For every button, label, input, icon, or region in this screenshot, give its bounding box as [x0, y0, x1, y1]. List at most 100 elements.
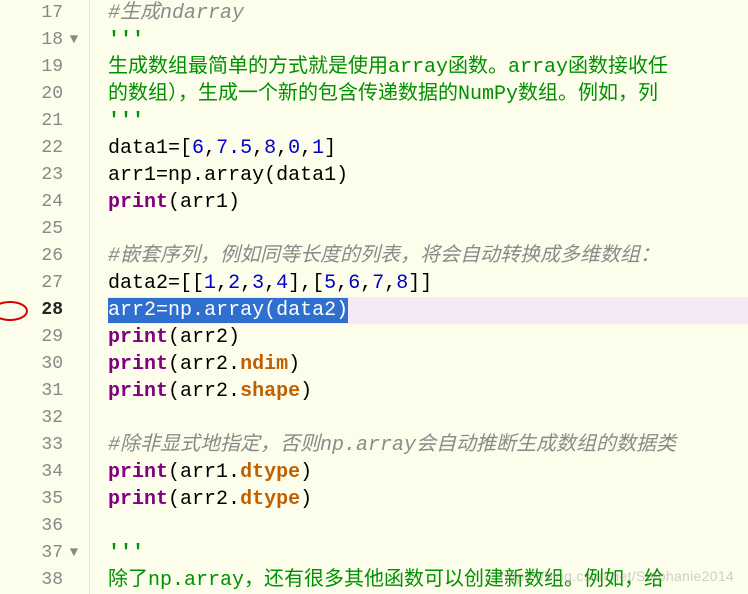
line-number-text: 32 [41, 405, 63, 432]
code-token: arr1 [180, 461, 228, 484]
code-token: =[ [168, 137, 192, 160]
line-number[interactable]: 38 [0, 567, 89, 594]
code-token: shape [240, 380, 300, 403]
code-token: #嵌套序列，例如同等长度的列表，将会自动转换成多维数组： [108, 245, 660, 268]
code-token: ( [168, 461, 180, 484]
code-line[interactable]: print(arr1.dtype) [108, 459, 748, 486]
code-token: arr2 [180, 326, 228, 349]
line-number[interactable]: 32 [0, 405, 89, 432]
code-token: np [168, 299, 192, 322]
fold-icon[interactable]: ▼ [67, 540, 81, 567]
code-token: ( [168, 353, 180, 376]
code-token: , [336, 272, 348, 295]
fold-icon[interactable]: ▼ [67, 27, 81, 54]
code-token: arr2 [180, 488, 228, 511]
line-number-text: 37 [41, 540, 63, 567]
code-token: , [216, 272, 228, 295]
line-number-text: 38 [41, 567, 63, 594]
line-number[interactable]: 35 [0, 486, 89, 513]
code-line[interactable] [108, 513, 748, 540]
line-number[interactable]: 37▼ [0, 540, 89, 567]
line-number[interactable]: 23 [0, 162, 89, 189]
code-token: . [228, 353, 240, 376]
code-line[interactable]: ''' [108, 540, 748, 567]
code-token: print [108, 326, 168, 349]
code-token: , [240, 272, 252, 295]
line-number-text: 31 [41, 378, 63, 405]
line-number[interactable]: 25 [0, 216, 89, 243]
line-number[interactable]: 26 [0, 243, 89, 270]
line-number[interactable]: 28 [0, 297, 89, 324]
code-line[interactable]: ''' [108, 108, 748, 135]
line-number[interactable]: 36 [0, 513, 89, 540]
line-number-text: 34 [41, 459, 63, 486]
line-number-text: 25 [41, 216, 63, 243]
line-number[interactable]: 18▼ [0, 27, 89, 54]
code-token: ) [228, 326, 240, 349]
line-number[interactable]: 34 [0, 459, 89, 486]
code-line[interactable]: arr1=np.array(data1) [108, 162, 748, 189]
code-line[interactable]: print(arr2) [108, 324, 748, 351]
line-number[interactable]: 19 [0, 54, 89, 81]
code-line[interactable]: print(arr2.ndim) [108, 351, 748, 378]
line-number[interactable]: 27 [0, 270, 89, 297]
code-token: 6 [192, 137, 204, 160]
line-number-text: 29 [41, 324, 63, 351]
code-line[interactable]: data1=[6,7.5,8,0,1] [108, 135, 748, 162]
code-token: = [156, 164, 168, 187]
line-gutter[interactable]: 1718▼19202122232425262728293031323334353… [0, 0, 90, 594]
code-token: array [204, 299, 264, 322]
code-token: ) [336, 164, 348, 187]
code-line[interactable]: data2=[[1,2,3,4],[5,6,7,8]] [108, 270, 748, 297]
code-line[interactable]: 生成数组最简单的方式就是使用array函数。array函数接收任 [108, 54, 748, 81]
code-token: ) [336, 299, 348, 322]
line-number-text: 30 [41, 351, 63, 378]
code-token: data2 [276, 299, 336, 322]
code-token: data2 [108, 272, 168, 295]
code-token: ] [324, 137, 336, 160]
code-line[interactable]: print(arr1) [108, 189, 748, 216]
code-token: 0 [288, 137, 300, 160]
code-line[interactable] [108, 405, 748, 432]
code-editor[interactable]: 1718▼19202122232425262728293031323334353… [0, 0, 748, 594]
code-line[interactable]: #生成ndarray [108, 0, 748, 27]
line-number-text: 35 [41, 486, 63, 513]
code-area[interactable]: #生成ndarray'''生成数组最简单的方式就是使用array函数。array… [90, 0, 748, 594]
code-line[interactable] [108, 216, 748, 243]
line-number[interactable]: 29 [0, 324, 89, 351]
code-line[interactable]: print(arr2.dtype) [108, 486, 748, 513]
line-number[interactable]: 20 [0, 81, 89, 108]
code-token: 1 [312, 137, 324, 160]
code-token: , [384, 272, 396, 295]
code-line[interactable]: arr2=np.array(data2) [108, 297, 748, 324]
code-token: arr2 [180, 380, 228, 403]
code-token: print [108, 353, 168, 376]
line-number[interactable]: 31 [0, 378, 89, 405]
code-token: print [108, 380, 168, 403]
code-token: ],[ [288, 272, 324, 295]
selection-highlight: arr2=np.array(data2) [108, 298, 348, 323]
line-number[interactable]: 17 [0, 0, 89, 27]
line-number[interactable]: 21 [0, 108, 89, 135]
line-number-text: 17 [41, 0, 63, 27]
line-number[interactable]: 30 [0, 351, 89, 378]
breakpoint-marker-icon [0, 301, 28, 321]
code-line[interactable]: 除了np.array，还有很多其他函数可以创建新数组。例如，给 [108, 567, 748, 594]
code-token: array [204, 164, 264, 187]
line-number-text: 22 [41, 135, 63, 162]
line-number[interactable]: 33 [0, 432, 89, 459]
code-line[interactable]: #嵌套序列，例如同等长度的列表，将会自动转换成多维数组： [108, 243, 748, 270]
code-token: ( [168, 380, 180, 403]
code-token: ) [300, 461, 312, 484]
line-number-text: 27 [41, 270, 63, 297]
line-number[interactable]: 24 [0, 189, 89, 216]
code-line[interactable]: print(arr2.shape) [108, 378, 748, 405]
code-line[interactable]: #除非显式地指定，否则np.array会自动推断生成数组的数据类 [108, 432, 748, 459]
code-line[interactable]: ''' [108, 27, 748, 54]
code-line[interactable]: 的数组），生成一个新的包含传递数据的NumPy数组。例如，列 [108, 81, 748, 108]
code-token: #生成ndarray [108, 2, 244, 25]
code-token: 的数组），生成一个新的包含传递数据的NumPy数组。例如，列 [108, 83, 658, 106]
code-token: . [228, 380, 240, 403]
line-number[interactable]: 22 [0, 135, 89, 162]
code-token: ''' [108, 29, 144, 52]
